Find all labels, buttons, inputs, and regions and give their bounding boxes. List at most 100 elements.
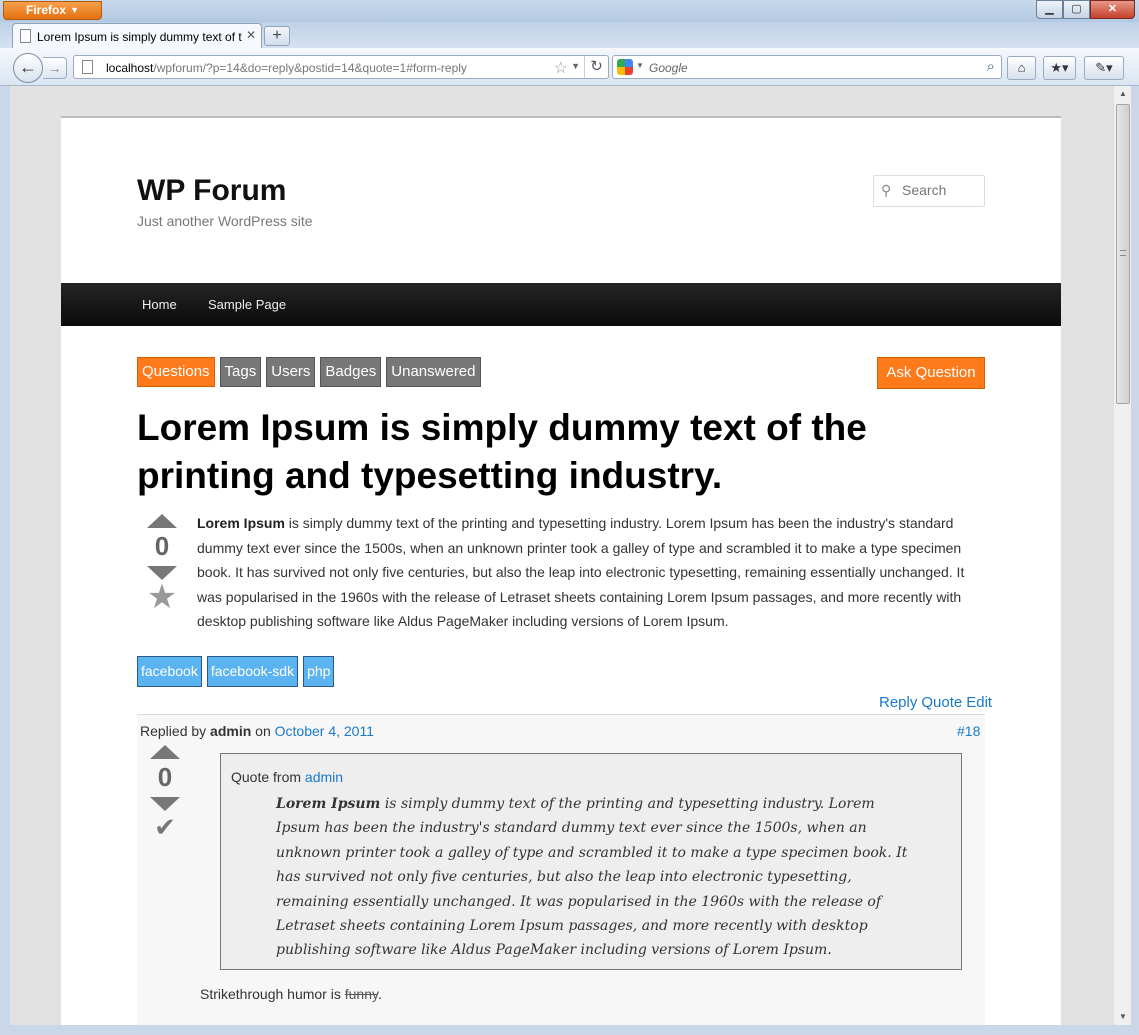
- addon-button[interactable]: ✎▾: [1084, 56, 1124, 80]
- new-tab-button[interactable]: +: [264, 26, 290, 46]
- site-title[interactable]: WP Forum: [137, 174, 286, 208]
- question-title: Lorem Ipsum is simply dummy text of the …: [137, 407, 867, 496]
- window-frame-left: [0, 86, 10, 1035]
- home-icon: ⌂: [1017, 60, 1026, 75]
- reply-vote-panel: 0 ✔: [145, 745, 185, 843]
- site-search-input[interactable]: [902, 182, 982, 198]
- reply-meta: Replied by admin on October 4, 2011: [140, 723, 374, 739]
- home-button[interactable]: ⌂: [1007, 56, 1036, 80]
- url-host: localhost: [106, 61, 154, 75]
- reply-vote-count: 0: [157, 762, 173, 792]
- reply-prefix: Replied by: [140, 723, 207, 739]
- maximize-button[interactable]: ▢: [1063, 0, 1090, 19]
- tag-php[interactable]: php: [303, 656, 335, 687]
- strikethrough-word: funny: [344, 986, 378, 1002]
- url-path: /wpforum/?p=14&do=reply&postid=14&quote=…: [153, 61, 467, 75]
- scroll-thumb[interactable]: [1116, 104, 1130, 404]
- question-actions: Reply Quote Edit: [875, 694, 992, 711]
- question-body: Lorem Ipsum is simply dummy text of the …: [197, 511, 989, 634]
- site-tagline: Just another WordPress site: [137, 213, 313, 229]
- reload-icon[interactable]: ↻: [584, 56, 608, 78]
- quote-lead: Lorem Ipsum: [276, 796, 381, 812]
- reply-date-link[interactable]: October 4, 2011: [275, 723, 374, 739]
- question-vote-panel: 0 ★: [142, 514, 182, 614]
- scroll-down-icon[interactable]: ▼: [1114, 1009, 1132, 1025]
- question-vote-count: 0: [154, 531, 170, 561]
- google-icon[interactable]: [617, 59, 633, 75]
- tab-title: Lorem Ipsum is simply dummy text of the …: [37, 30, 242, 44]
- magnifier-icon[interactable]: ⌕: [987, 58, 995, 75]
- reply-author: admin: [210, 723, 252, 739]
- question-body-lead: Lorem Ipsum: [197, 515, 285, 531]
- quote-link[interactable]: Quote: [921, 694, 962, 711]
- main-menu: Home Sample Page: [61, 283, 1061, 326]
- close-window-button[interactable]: ✕: [1090, 0, 1135, 19]
- reply-link[interactable]: Reply: [879, 694, 917, 711]
- addon-icon: ✎▾: [1095, 60, 1113, 75]
- tag-facebook[interactable]: facebook: [137, 656, 202, 687]
- quote-author-link[interactable]: admin: [305, 769, 343, 785]
- favorite-star-icon[interactable]: ★: [142, 580, 182, 614]
- reply-text-start: Strikethrough humor is: [200, 986, 341, 1002]
- accept-answer-check-icon[interactable]: ✔: [145, 811, 185, 843]
- window-frame-right: [1131, 86, 1139, 1035]
- quote-block: Quote from admin Lorem Ipsum is simply d…: [220, 753, 962, 970]
- back-button[interactable]: ←: [13, 53, 43, 83]
- quote-attribution: Quote from admin: [231, 769, 343, 785]
- engine-dropdown-icon[interactable]: ▼: [636, 61, 644, 70]
- window-controls: ▁ ▢ ✕: [1036, 0, 1135, 19]
- quote-body-text: is simply dummy text of the printing and…: [276, 796, 908, 959]
- forum-nav: Questions Tags Users Badges Unanswered: [137, 357, 481, 387]
- page-content: WP Forum Just another WordPress site ⚲ H…: [61, 116, 1061, 1025]
- menu-item-sample-page[interactable]: Sample Page: [208, 297, 286, 312]
- question-tags: facebook facebook-sdk php: [137, 656, 335, 687]
- bookmarks-button[interactable]: ★▾: [1043, 56, 1076, 80]
- reply-vote-up-icon[interactable]: [150, 745, 180, 759]
- url-text[interactable]: localhost/wpforum/?p=14&do=reply&postid=…: [106, 61, 467, 75]
- navigation-toolbar: ← → localhost/wpforum/?p=14&do=reply&pos…: [0, 48, 1139, 86]
- scroll-up-icon[interactable]: ▲: [1114, 86, 1132, 102]
- quote-prefix: Quote from: [231, 769, 302, 785]
- firefox-menu-label: Firefox: [26, 3, 67, 17]
- menu-item-home[interactable]: Home: [142, 297, 177, 312]
- site-search[interactable]: ⚲: [873, 175, 985, 207]
- forum-tab-questions[interactable]: Questions: [137, 357, 215, 387]
- page-favicon-icon: [20, 29, 31, 43]
- tab-strip: Lorem Ipsum is simply dummy text of the …: [0, 22, 1139, 48]
- quote-text: Lorem Ipsum is simply dummy text of the …: [276, 792, 916, 963]
- search-icon: ⚲: [881, 182, 892, 198]
- history-dropdown-icon[interactable]: ▼: [571, 61, 580, 71]
- window-titlebar: Firefox ▼ ▁ ▢ ✕: [0, 0, 1139, 22]
- question-body-text: is simply dummy text of the printing and…: [197, 515, 965, 629]
- page-viewport: WP Forum Just another WordPress site ⚲ H…: [10, 86, 1113, 1025]
- reply-post: Replied by admin on October 4, 2011 #18 …: [137, 714, 985, 1025]
- forum-tab-users[interactable]: Users: [266, 357, 316, 387]
- window-frame-bottom: [0, 1025, 1139, 1035]
- bookmark-star-icon[interactable]: ☆: [554, 58, 568, 78]
- search-engine-placeholder[interactable]: Google: [649, 61, 688, 75]
- forum-tab-badges[interactable]: Badges: [320, 357, 382, 387]
- web-search-bar[interactable]: ▼ Google ⌕: [612, 55, 1002, 79]
- reply-text-end: .: [377, 986, 382, 1002]
- ask-question-button[interactable]: Ask Question: [877, 357, 985, 389]
- caret-down-icon: ▼: [70, 5, 79, 15]
- forum-tab-unanswered[interactable]: Unanswered: [386, 357, 481, 387]
- reply-on: on: [255, 723, 271, 739]
- edit-link[interactable]: Edit: [966, 694, 992, 711]
- page-icon: [82, 60, 93, 74]
- minimize-button[interactable]: ▁: [1036, 0, 1063, 19]
- firefox-menu-button[interactable]: Firefox ▼: [3, 1, 102, 20]
- close-tab-icon[interactable]: ✕: [246, 28, 256, 42]
- vote-up-icon[interactable]: [147, 514, 177, 528]
- grip-icon: [1120, 250, 1126, 256]
- vertical-scrollbar[interactable]: ▲ ▼: [1113, 86, 1131, 1025]
- tag-facebook-sdk[interactable]: facebook-sdk: [206, 656, 299, 687]
- forward-button[interactable]: →: [43, 57, 67, 79]
- reply-permalink[interactable]: #18: [957, 723, 980, 739]
- address-bar[interactable]: localhost/wpforum/?p=14&do=reply&postid=…: [73, 55, 609, 79]
- reply-text: Strikethrough humor is funny.: [200, 986, 382, 1002]
- reply-vote-down-icon[interactable]: [150, 797, 180, 811]
- browser-tab[interactable]: Lorem Ipsum is simply dummy text of the …: [12, 23, 262, 48]
- bookmarks-icon: ★▾: [1050, 60, 1069, 75]
- forum-tab-tags[interactable]: Tags: [219, 357, 262, 387]
